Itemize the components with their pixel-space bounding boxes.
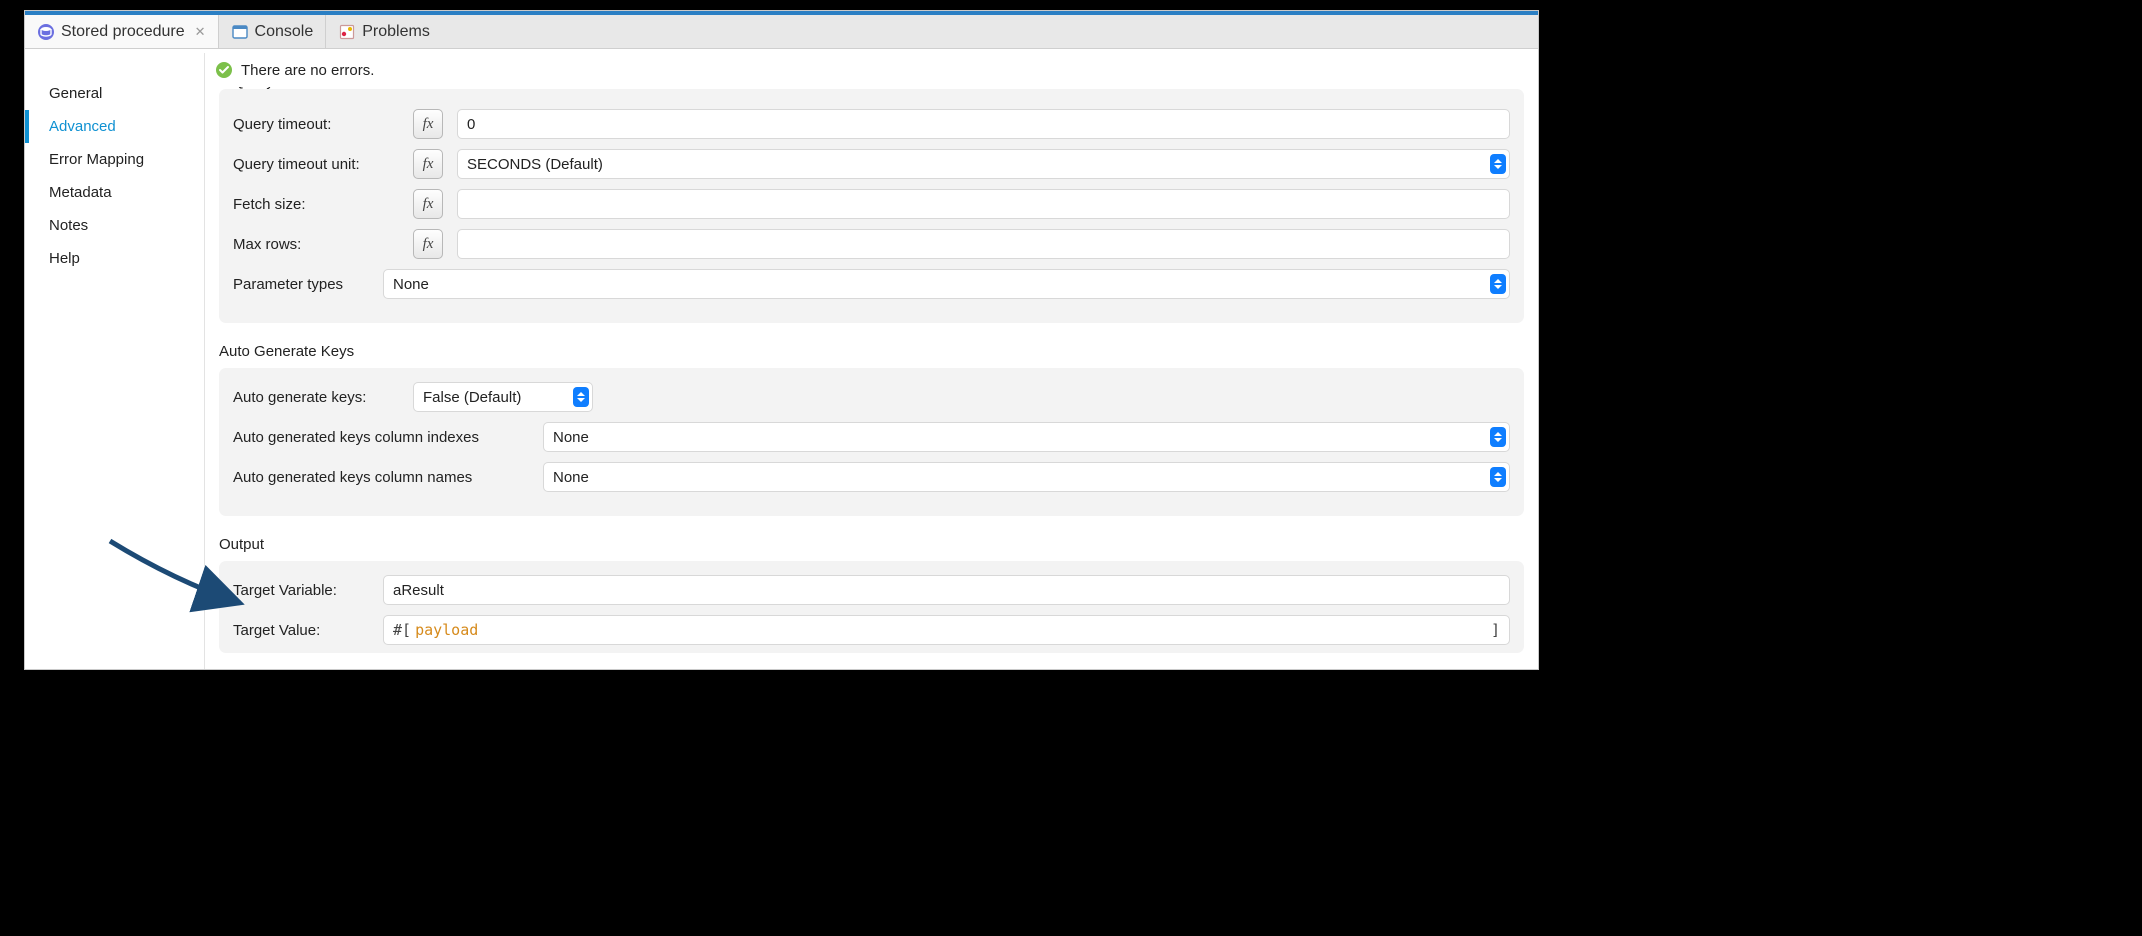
expr-close-bracket: ] — [1491, 621, 1500, 639]
auto-generate-keys-section: Auto generate keys: False (Default) Auto… — [219, 368, 1524, 516]
fetch-size-input[interactable] — [457, 189, 1510, 219]
tab-bar: Stored procedure ✕ Console Problems — [25, 11, 1538, 49]
sidebar: General Advanced Error Mapping Metadata … — [25, 53, 205, 669]
fetch-size-label: Fetch size: — [233, 196, 413, 213]
tab-console[interactable]: Console — [219, 15, 327, 48]
status-row: There are no errors. — [205, 53, 1538, 89]
expr-open-bracket: #[ — [393, 621, 411, 639]
chevron-updown-icon — [1490, 427, 1506, 447]
agk-column-names-select[interactable]: None — [543, 462, 1510, 492]
auto-generate-keys-select[interactable]: False (Default) — [413, 382, 593, 412]
query-timeout-input[interactable] — [457, 109, 1510, 139]
chevron-updown-icon — [1490, 154, 1506, 174]
tab-label: Problems — [362, 23, 430, 41]
query-timeout-unit-label: Query timeout unit: — [233, 156, 413, 173]
fx-button[interactable]: fx — [413, 109, 443, 139]
chevron-updown-icon — [1490, 274, 1506, 294]
agk-column-indexes-select[interactable]: None — [543, 422, 1510, 452]
expr-token-payload: payload — [415, 621, 478, 639]
query-timeout-label: Query timeout: — [233, 116, 413, 133]
tab-label: Console — [255, 23, 314, 41]
output-section: Target Variable: Target Value: #[ payloa… — [219, 561, 1524, 653]
agk-column-indexes-label: Auto generated keys column indexes — [233, 429, 543, 446]
target-variable-label: Target Variable: — [233, 582, 383, 599]
content-area: There are no errors. Query Query timeout… — [205, 53, 1538, 669]
close-icon[interactable]: ✕ — [191, 24, 206, 40]
query-timeout-unit-select[interactable]: SECONDS (Default) — [457, 149, 1510, 179]
auto-generate-keys-label: Auto generate keys: — [233, 389, 413, 406]
sidebar-item-help[interactable]: Help — [25, 242, 204, 275]
target-variable-input[interactable] — [383, 575, 1510, 605]
tab-problems[interactable]: Problems — [326, 15, 442, 48]
max-rows-label: Max rows: — [233, 236, 413, 253]
tab-label: Stored procedure — [61, 23, 185, 41]
query-section: Query Query timeout: fx Query timeout un… — [219, 89, 1524, 323]
output-section-label: Output — [219, 536, 1524, 553]
ok-check-icon — [215, 61, 233, 79]
chevron-updown-icon — [573, 387, 589, 407]
auto-generate-keys-section-label: Auto Generate Keys — [219, 343, 1524, 360]
target-value-label: Target Value: — [233, 622, 383, 639]
chevron-updown-icon — [1490, 467, 1506, 487]
max-rows-input[interactable] — [457, 229, 1510, 259]
console-icon — [231, 23, 249, 41]
status-text: There are no errors. — [241, 62, 374, 79]
agk-column-names-label: Auto generated keys column names — [233, 469, 543, 486]
sidebar-item-error-mapping[interactable]: Error Mapping — [25, 143, 204, 176]
sidebar-item-metadata[interactable]: Metadata — [25, 176, 204, 209]
target-value-input[interactable]: #[ payload ] — [383, 615, 1510, 645]
problems-icon — [338, 23, 356, 41]
sidebar-item-general[interactable]: General — [25, 77, 204, 110]
parameter-types-select[interactable]: None — [383, 269, 1510, 299]
stored-procedure-icon — [37, 23, 55, 41]
fx-button[interactable]: fx — [413, 229, 443, 259]
sidebar-item-notes[interactable]: Notes — [25, 209, 204, 242]
tab-stored-procedure[interactable]: Stored procedure ✕ — [25, 15, 219, 48]
sidebar-item-advanced[interactable]: Advanced — [25, 110, 204, 143]
parameter-types-label: Parameter types — [233, 276, 383, 293]
fx-button[interactable]: fx — [413, 149, 443, 179]
fx-button[interactable]: fx — [413, 189, 443, 219]
